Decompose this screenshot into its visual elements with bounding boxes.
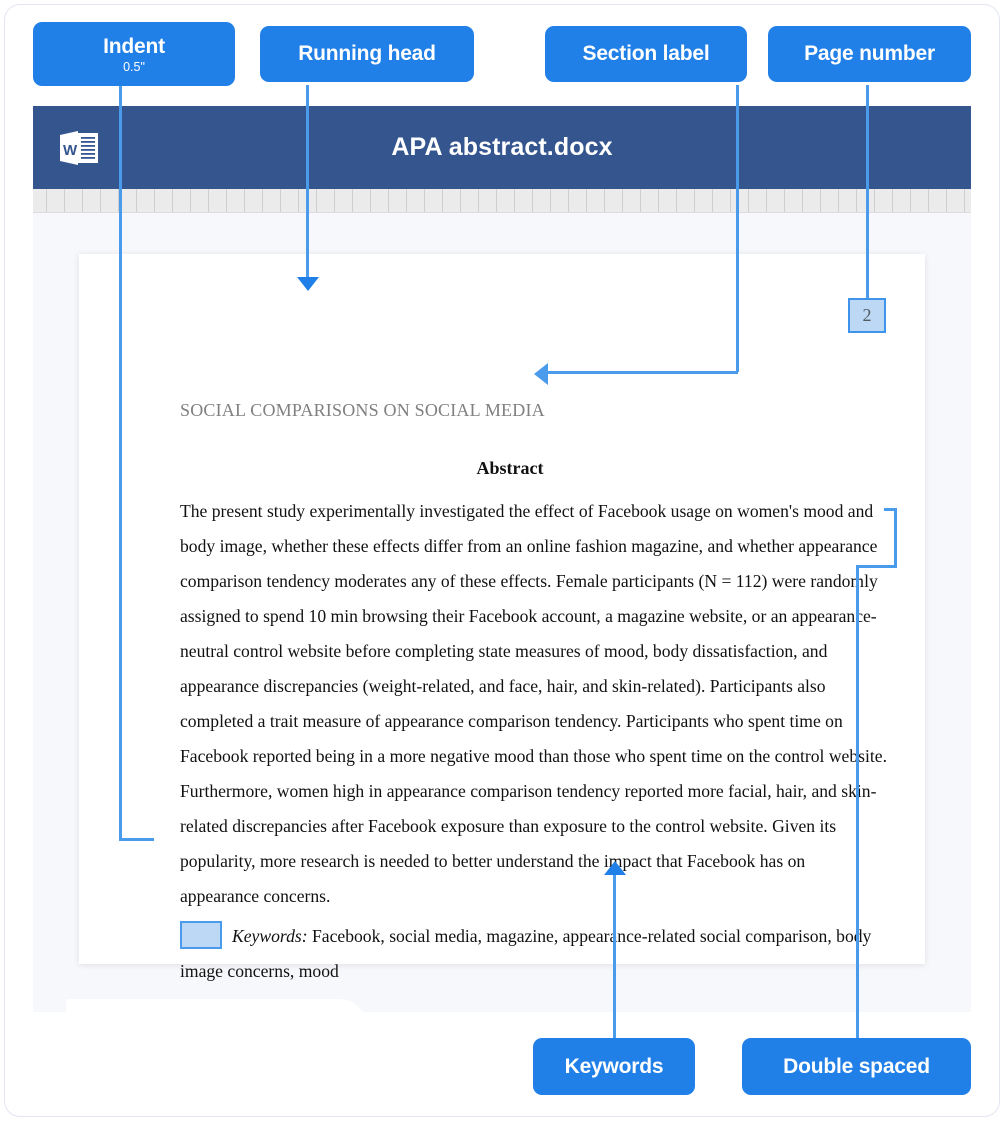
callout-running-head[interactable]: Running head: [260, 26, 474, 82]
callout-running-head-title: Running head: [298, 42, 436, 66]
connector-double-spaced-down: [856, 565, 859, 1038]
connector-double-spaced-bracket: [894, 508, 897, 568]
document-page: SOCIAL COMPARISONS ON SOCIAL MEDIA Abstr…: [79, 254, 925, 981]
arrow-keywords-icon: [604, 861, 626, 875]
page-number-value: 2: [862, 305, 872, 325]
callout-double-spaced-title: Double spaced: [783, 1054, 930, 1078]
connector-page-number: [866, 85, 869, 300]
connector-double-spaced-join: [856, 565, 896, 568]
arrow-section-label-icon: [534, 363, 548, 385]
word-ruler[interactable]: [33, 189, 971, 213]
callout-indent-subtitle: 0.5": [123, 59, 145, 74]
word-titlebar: W APA abstract.docx: [33, 106, 971, 189]
callout-page-number[interactable]: Page number: [768, 26, 971, 82]
callout-section-label[interactable]: Section label: [545, 26, 747, 82]
arrow-running-head-icon: [297, 277, 319, 291]
connector-section-label-vertical: [736, 85, 739, 372]
connector-running-head: [306, 85, 309, 279]
keywords-line: Keywords: Facebook, social media, magazi…: [180, 919, 888, 989]
callout-keywords[interactable]: Keywords: [533, 1038, 695, 1095]
abstract-body-text: The present study experimentally investi…: [180, 501, 887, 906]
connector-section-label-horizontal: [548, 371, 738, 374]
section-heading: Abstract: [476, 458, 544, 478]
connector-keywords: [613, 875, 616, 1038]
screenshot-root: Indent 0.5" Running head Section label P…: [0, 0, 1004, 1121]
word-window: W APA abstract.docx SOCIAL COMPARISONS O…: [33, 106, 971, 1012]
callout-keywords-title: Keywords: [564, 1054, 664, 1078]
callout-page-number-title: Page number: [804, 42, 935, 66]
connector-indent-horizontal: [119, 838, 154, 841]
connector-indent-vertical: [119, 85, 122, 841]
scribbr-footer: Scribbr: [66, 999, 366, 1012]
indent-highlight-box: [180, 921, 222, 949]
page-number-box: 2: [848, 298, 886, 333]
callout-indent[interactable]: Indent 0.5": [33, 22, 235, 86]
callout-double-spaced[interactable]: Double spaced: [742, 1038, 971, 1095]
keywords-label: Keywords:: [232, 926, 308, 946]
callout-indent-title: Indent: [103, 34, 165, 58]
callout-section-label-title: Section label: [582, 42, 710, 66]
document-title: APA abstract.docx: [391, 133, 613, 161]
running-head-text: SOCIAL COMPARISONS ON SOCIAL MEDIA: [180, 400, 545, 420]
